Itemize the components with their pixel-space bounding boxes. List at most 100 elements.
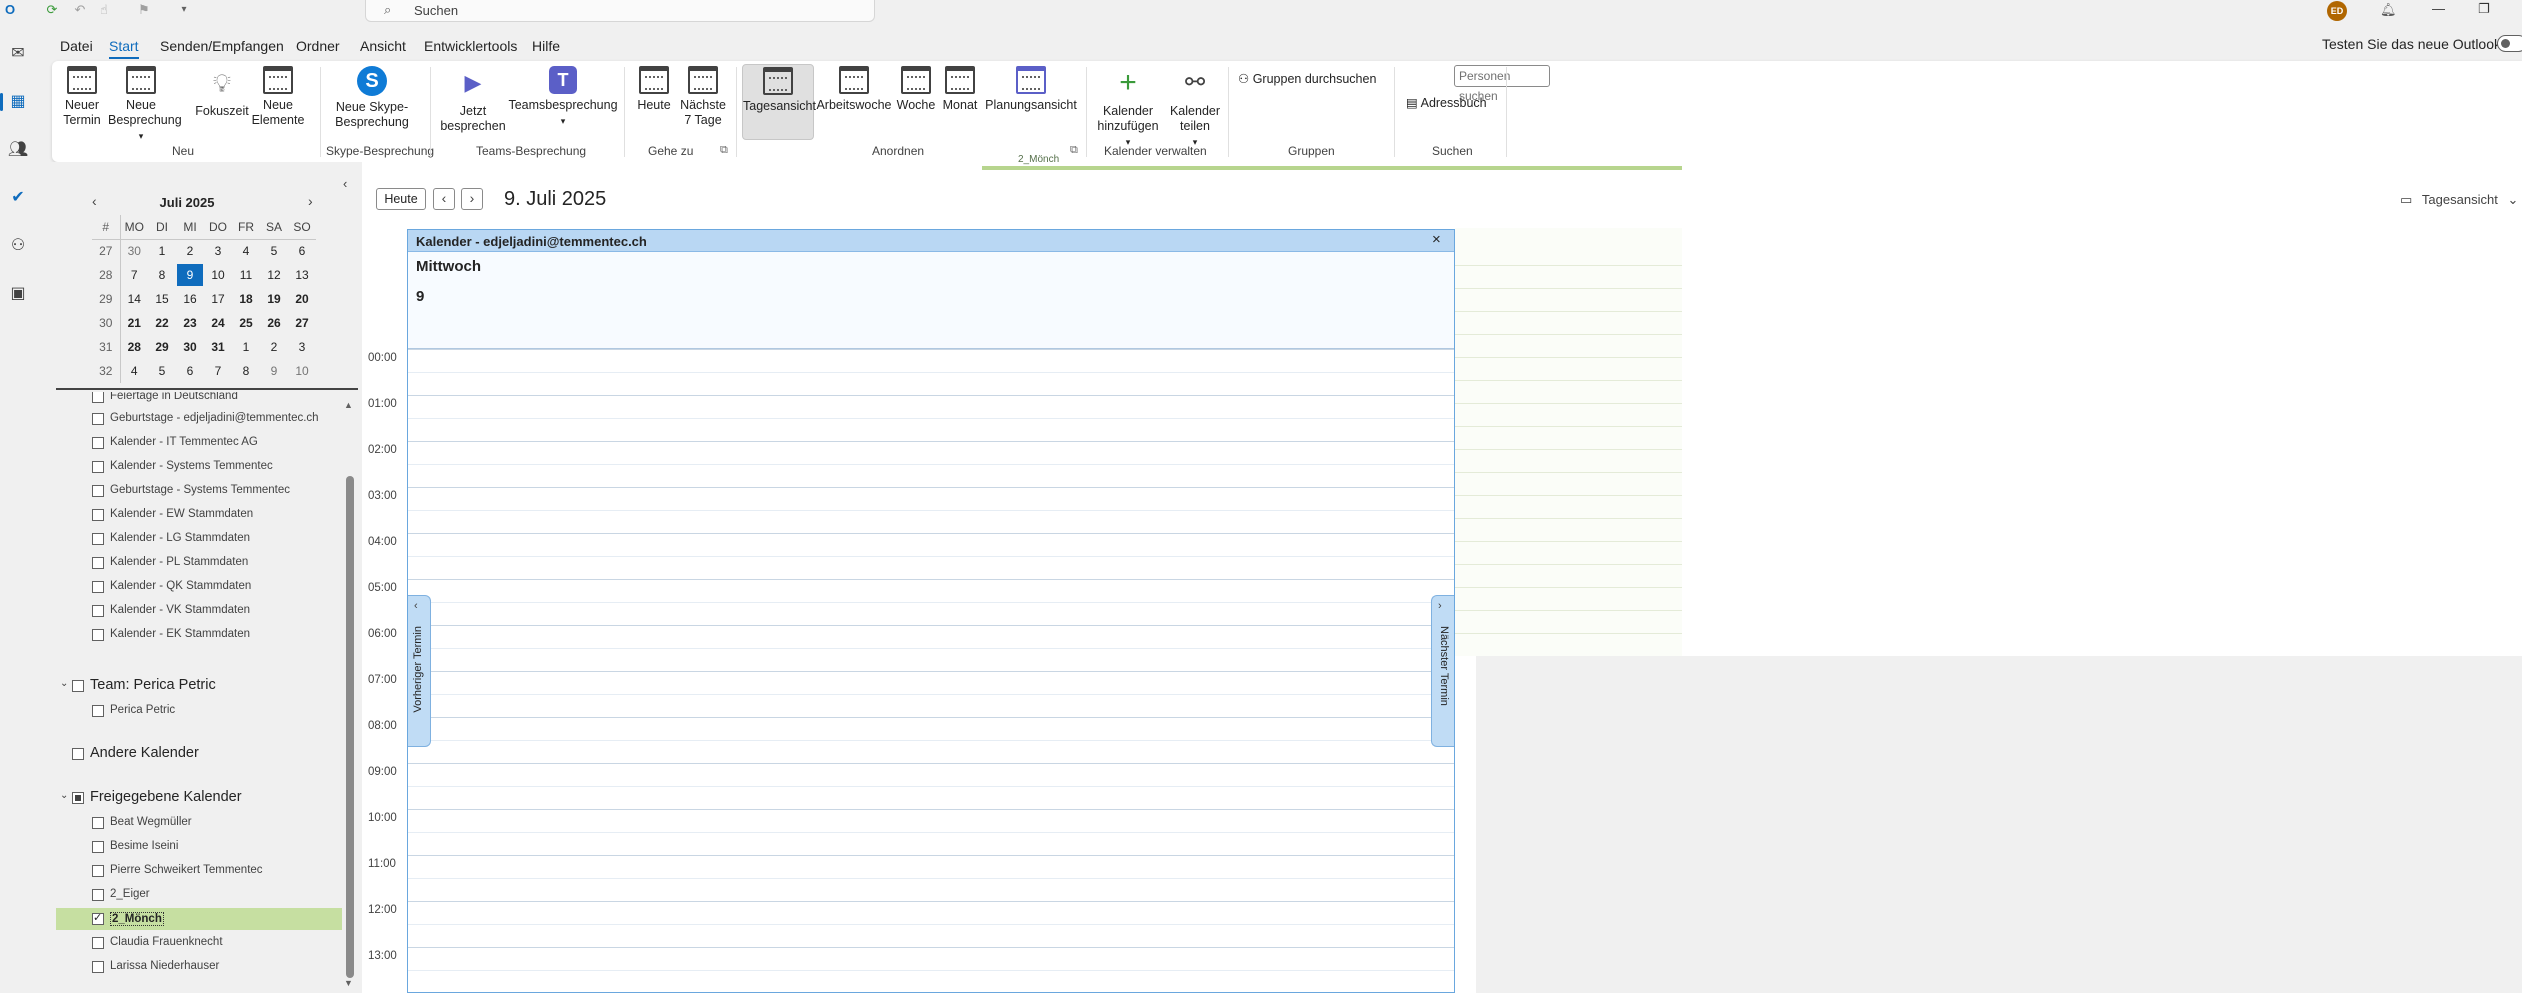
checkbox[interactable] (92, 392, 104, 403)
day-cell[interactable]: 3 (288, 335, 316, 359)
next-7-days-button[interactable]: Nächste 7 Tage (678, 64, 728, 128)
calendar-item[interactable]: Kalender - EW Stammdaten (56, 504, 342, 526)
calendar-group-other[interactable]: Andere Kalender (56, 742, 342, 766)
tab-senden-empfangen[interactable]: Senden/Empfangen (160, 38, 284, 54)
chevron-right-icon[interactable]: › (308, 193, 313, 209)
day-cell[interactable]: 23 (176, 311, 204, 335)
day-cell[interactable]: 24 (204, 311, 232, 335)
apps-icon[interactable]: ▣ (6, 282, 30, 306)
previous-day-button[interactable]: ‹ (433, 188, 455, 210)
day-cell[interactable]: 7 (204, 359, 232, 383)
calendar-item[interactable]: Pierre Schweikert Temmentec (56, 860, 342, 882)
tab-hilfe[interactable]: Hilfe (532, 38, 560, 54)
flag-icon[interactable]: ⚑ (136, 2, 152, 18)
day-cell[interactable]: 13 (288, 263, 316, 287)
checkbox[interactable] (92, 581, 104, 593)
restore-icon[interactable]: ❐ (2478, 0, 2490, 18)
focus-time-button[interactable]: 💡︎ Fokuszeit (192, 64, 252, 119)
day-view-button[interactable]: Tagesansicht (742, 64, 816, 140)
checkbox[interactable] (92, 961, 104, 973)
day-cell[interactable]: 21 (120, 311, 148, 335)
goto-today-button[interactable]: Heute (632, 64, 676, 113)
day-cell[interactable]: 5 (148, 359, 176, 383)
day-cell[interactable]: 26 (260, 311, 288, 335)
checkbox[interactable] (92, 509, 104, 521)
day-cell[interactable]: 3 (204, 239, 232, 263)
day-cell[interactable]: 27 (288, 311, 316, 335)
collapse-pane-icon[interactable]: ‹ (343, 176, 347, 191)
touch-mode-icon[interactable]: ☝ (96, 2, 112, 18)
day-cell[interactable]: 16 (176, 287, 204, 311)
month-button[interactable]: Monat (938, 64, 982, 113)
day-cell[interactable]: 1 (148, 239, 176, 263)
day-cell[interactable]: 5 (260, 239, 288, 263)
calendar-item[interactable]: Kalender - PL Stammdaten (56, 552, 342, 574)
day-cell[interactable]: 6 (288, 239, 316, 263)
calendar-item[interactable]: Geburtstage - Systems Temmentec (56, 480, 342, 502)
day-cell[interactable]: 14 (120, 287, 148, 311)
people-icon[interactable]: 👥︎ (6, 138, 30, 162)
view-switcher[interactable]: ▭ Tagesansicht ⌄ (2400, 192, 2518, 208)
calendar-item[interactable]: Kalender - VK Stammdaten (56, 600, 342, 622)
undo-icon[interactable]: ↶ (72, 2, 88, 18)
new-skype-meeting-button[interactable]: S Neue Skype-Besprechung (334, 64, 410, 130)
day-cell[interactable]: 2 (176, 239, 204, 263)
calendar-item-selected[interactable]: 2_Mönch (56, 908, 342, 930)
previous-appointment-tab[interactable]: ‹ Vorheriger Termin (408, 595, 431, 747)
sync-icon[interactable]: ⟳ (44, 2, 60, 18)
avatar[interactable]: ED (2327, 1, 2347, 21)
share-calendar-button[interactable]: ⚯ Kalender teilen ▾ (1166, 64, 1224, 150)
calendar-item[interactable]: Kalender - IT Temmentec AG (56, 432, 342, 454)
day-cell[interactable]: 9 (260, 359, 288, 383)
calendar-item[interactable]: Kalender - Systems Temmentec (56, 456, 342, 478)
checkbox[interactable] (92, 557, 104, 569)
meet-now-button[interactable]: ▶ Jetzt besprechen (440, 64, 506, 134)
day-cell[interactable]: 29 (148, 335, 176, 359)
checkbox[interactable] (92, 889, 104, 901)
mail-icon[interactable]: ✉ (6, 42, 30, 66)
checkbox[interactable] (92, 629, 104, 641)
minimize-icon[interactable]: — (2432, 0, 2445, 18)
scroll-down-icon[interactable]: ▼ (344, 978, 353, 988)
calendar-item[interactable]: Larissa Niederhauser (56, 956, 342, 978)
day-cell[interactable]: 8 (148, 263, 176, 287)
scroll-up-icon[interactable]: ▲ (344, 400, 353, 410)
work-week-button[interactable]: Arbeitswoche (816, 64, 892, 113)
day-cell[interactable]: 25 (232, 311, 260, 335)
checkbox[interactable] (92, 817, 104, 829)
day-cell[interactable]: 17 (204, 287, 232, 311)
day-cell[interactable]: 30 (120, 239, 148, 263)
schedule-view-button[interactable]: Planungsansicht (984, 64, 1078, 113)
pane-divider[interactable] (56, 388, 358, 390)
browse-groups-button[interactable]: ⚇ Gruppen durchsuchen (1238, 71, 1376, 86)
new-items-button[interactable]: Neue Elemente (248, 64, 308, 128)
scrollbar-thumb[interactable] (346, 476, 354, 978)
new-meeting-button[interactable]: Neue Besprechung ▾ (108, 64, 182, 144)
calendar-icon[interactable]: ▦ (0, 90, 30, 114)
checkbox[interactable] (92, 413, 104, 425)
calendar-item[interactable]: Feiertage in Deutschland (56, 392, 342, 408)
next-day-button[interactable]: › (461, 188, 483, 210)
calendar-item[interactable]: Kalender - LG Stammdaten (56, 528, 342, 550)
checkbox[interactable] (92, 437, 104, 449)
checkbox[interactable] (72, 792, 84, 804)
checkbox[interactable] (92, 841, 104, 853)
day-cell[interactable]: 10 (204, 263, 232, 287)
day-cell[interactable]: 11 (232, 263, 260, 287)
day-cell[interactable]: 28 (120, 335, 148, 359)
checkbox[interactable] (92, 605, 104, 617)
checkbox[interactable] (92, 705, 104, 717)
bell-icon[interactable]: 🔔︎ (2380, 2, 2397, 18)
today-button[interactable]: Heute (376, 188, 426, 210)
day-cell[interactable]: 15 (148, 287, 176, 311)
calendar-item[interactable]: Besime Iseini (56, 836, 342, 858)
chevron-down-icon[interactable]: ⌄ (60, 678, 68, 689)
calendar-group-shared[interactable]: ⌄ Freigegebene Kalender (56, 786, 342, 810)
calendar-item[interactable]: Beat Wegmüller (56, 812, 342, 834)
next-appointment-tab[interactable]: › Nächster Termin (1431, 595, 1454, 747)
checkbox[interactable] (92, 485, 104, 497)
chevron-down-icon[interactable]: ⌄ (60, 790, 68, 801)
day-cell[interactable]: 8 (232, 359, 260, 383)
checkbox-checked[interactable] (92, 911, 104, 925)
calendar-item[interactable]: Perica Petric (56, 700, 342, 722)
